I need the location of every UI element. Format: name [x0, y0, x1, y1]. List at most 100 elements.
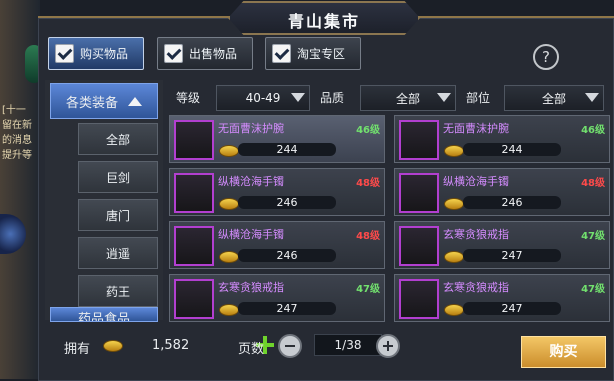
item-name: 无面曹沫护腕 [443, 122, 509, 135]
gold-coin-icon [444, 198, 464, 210]
previous-page-button[interactable] [278, 334, 302, 358]
item-price: 246 [238, 196, 336, 209]
checkmark-icon [164, 44, 183, 63]
gold-coin-icon [444, 145, 464, 157]
minus-icon [285, 345, 295, 347]
item-level: 46级 [581, 125, 605, 136]
bracelet-icon [174, 226, 214, 266]
item-card[interactable]: 玄寒贪狼戒指 47级 247 [394, 221, 610, 269]
category-item-label: 唐门 [105, 208, 130, 223]
gold-coin-icon [219, 304, 239, 316]
category-group-medicine[interactable]: 药品食品 [50, 307, 158, 322]
item-name: 纵横沧海手镯 [218, 175, 284, 188]
tab-sell-items[interactable]: 出售物品 [157, 37, 253, 70]
category-item-label: 巨剑 [105, 170, 130, 185]
part-filter-select[interactable]: 全部 [504, 85, 604, 111]
item-level: 48级 [581, 178, 605, 189]
item-level: 47级 [581, 231, 605, 242]
item-card[interactable]: 玄寒贪狼戒指 47级 247 [169, 274, 385, 322]
level-filter-select[interactable]: 40-49 [216, 85, 310, 111]
item-card[interactable]: 玄寒贪狼戒指 47级 247 [394, 274, 610, 322]
owned-amount: 1,582 [152, 338, 190, 353]
item-name: 玄寒贪狼戒指 [443, 281, 509, 294]
item-card[interactable]: 无面曹沫护腕 46级 244 [169, 115, 385, 163]
help-button[interactable]: ? [533, 44, 559, 70]
category-item-yaowang[interactable]: 药王 [78, 275, 158, 307]
item-price: 247 [238, 302, 336, 315]
chevron-down-icon [291, 93, 305, 102]
item-level: 48级 [356, 178, 380, 189]
quality-filter-select[interactable]: 全部 [360, 85, 456, 111]
page-label: 页数 [238, 342, 265, 357]
item-price: 247 [463, 249, 561, 262]
owned-label: 拥有 [64, 342, 91, 357]
quality-filter-label: 品质 [320, 91, 345, 105]
item-price: 246 [463, 196, 561, 209]
buy-button[interactable]: 购买 [521, 336, 606, 368]
tab-treasure-zone-label: 淘宝专区 [297, 47, 346, 61]
gold-coin-icon [444, 304, 464, 316]
bracelet-icon [174, 173, 214, 213]
item-price: 247 [463, 302, 561, 315]
category-item-all[interactable]: 全部 [78, 123, 158, 155]
tab-sell-items-label: 出售物品 [189, 47, 238, 61]
item-name: 玄寒贪狼戒指 [443, 228, 509, 241]
bracer-icon [174, 120, 214, 160]
item-card[interactable]: 纵横沧海手镯 48级 246 [394, 168, 610, 216]
item-level: 47级 [356, 284, 380, 295]
gold-coin-icon [219, 145, 239, 157]
chevron-up-icon [128, 96, 142, 106]
item-name: 纵横沧海手镯 [218, 228, 284, 241]
page-indicator: 1/38 [314, 334, 382, 356]
category-item-label: 药王 [105, 284, 130, 299]
item-name: 无面曹沫护腕 [218, 122, 284, 135]
tab-treasure-zone[interactable]: 淘宝专区 [265, 37, 361, 70]
category-panel: 各类装备 全部 巨剑 唐门 逍遥 药王 药品食品 [45, 80, 163, 322]
filter-row: 等级 40-49 品质 全部 部位 全部 [168, 84, 612, 111]
chevron-down-icon [585, 93, 599, 102]
part-filter-value: 全部 [541, 91, 566, 106]
item-name: 玄寒贪狼戒指 [218, 281, 284, 294]
ring-icon [399, 279, 439, 319]
ring-icon [399, 226, 439, 266]
next-page-button[interactable] [376, 334, 400, 358]
quality-filter-value: 全部 [395, 91, 420, 106]
category-group-equipment[interactable]: 各类装备 [50, 83, 158, 119]
gold-coin-icon [444, 251, 464, 263]
item-level: 48级 [356, 231, 380, 242]
level-filter-value: 40-49 [245, 91, 281, 105]
item-price: 244 [463, 143, 561, 156]
gold-coin-icon [219, 198, 239, 210]
item-card[interactable]: 无面曹沫护腕 46级 244 [394, 115, 610, 163]
item-card[interactable]: 纵横沧海手镯 48级 246 [169, 221, 385, 269]
category-group-medicine-label: 药品食品 [77, 312, 130, 322]
item-price: 244 [238, 143, 336, 156]
tab-buy-items-label: 购买物品 [80, 47, 129, 61]
tab-buy-items[interactable]: 购买物品 [48, 37, 144, 70]
item-level: 47级 [581, 284, 605, 295]
title-bar: 青山集市 [228, 1, 420, 35]
item-name: 纵横沧海手镯 [443, 175, 509, 188]
item-price: 246 [238, 249, 336, 262]
checkmark-icon [55, 44, 74, 63]
plus-icon-vertical [387, 341, 389, 351]
item-level: 46级 [356, 125, 380, 136]
category-item-tangmen[interactable]: 唐门 [78, 199, 158, 231]
page-title: 青山集市 [287, 12, 360, 31]
bracelet-icon [399, 173, 439, 213]
gold-coin-icon [103, 340, 123, 352]
checkmark-icon [272, 44, 291, 63]
gold-coin-icon [219, 251, 239, 263]
part-filter-label: 部位 [466, 91, 491, 105]
background-chat-text: [十一 留在新 的消息 提升等 [2, 105, 32, 161]
chevron-down-icon [437, 93, 451, 102]
category-item-label: 逍遥 [105, 246, 130, 261]
level-filter-label: 等级 [176, 91, 201, 105]
category-group-equipment-label: 各类装备 [65, 95, 118, 111]
ring-icon [174, 279, 214, 319]
bracer-icon [399, 120, 439, 160]
category-item-label: 全部 [105, 132, 130, 147]
category-item-xiaoyao[interactable]: 逍遥 [78, 237, 158, 269]
item-card[interactable]: 纵横沧海手镯 48级 246 [169, 168, 385, 216]
category-item-giant-sword[interactable]: 巨剑 [78, 161, 158, 193]
